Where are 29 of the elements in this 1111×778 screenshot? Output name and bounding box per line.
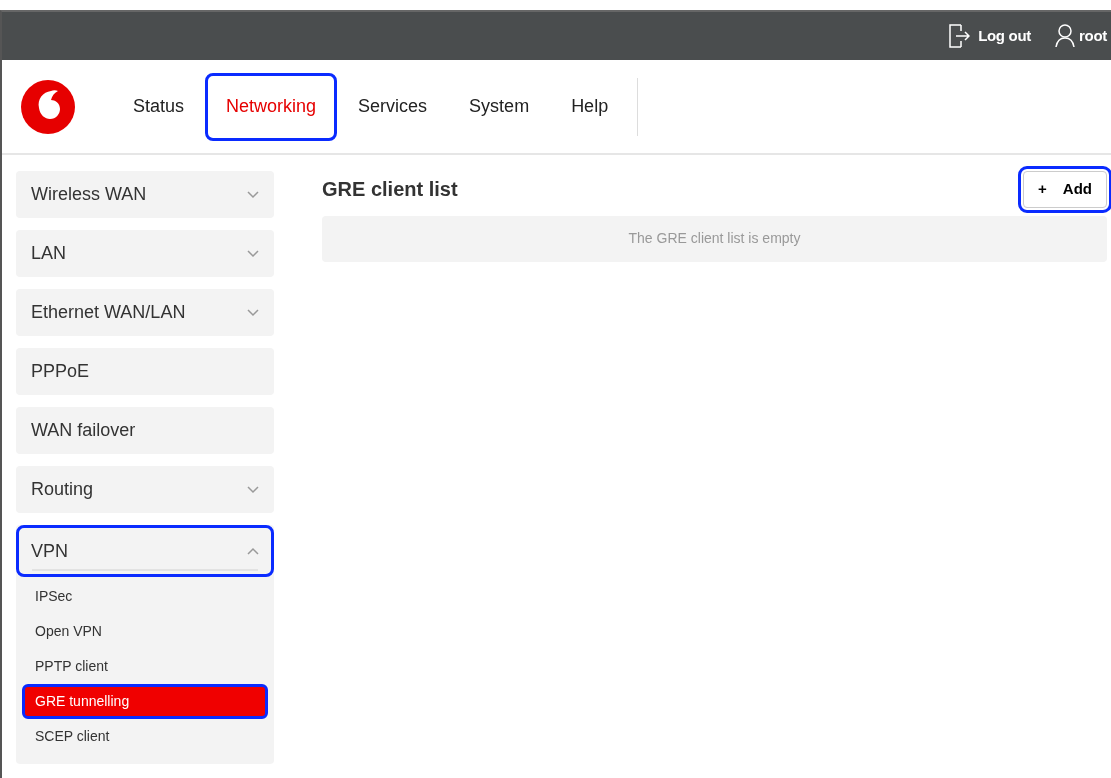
nav-tab[interactable]: Networking — [205, 72, 338, 141]
nav-tab[interactable]: System — [448, 72, 551, 141]
logo-icon — [20, 78, 76, 135]
nav-tab[interactable]: Services — [337, 72, 449, 141]
chevron-down-icon — [247, 190, 259, 199]
user-link[interactable]: root — [1055, 24, 1107, 48]
sidebar-item[interactable]: Wireless WAN — [16, 171, 274, 218]
sidebar-subitem[interactable]: Open VPN — [22, 614, 268, 649]
section-title: GRE client list — [322, 177, 458, 203]
chevron-down-icon — [247, 485, 259, 494]
nav-tab[interactable]: Help — [550, 72, 630, 141]
sidebar-item[interactable]: PPPoE — [16, 348, 274, 395]
sidebar-subitem[interactable]: PPTP client — [22, 649, 268, 684]
sidebar-subitem[interactable]: IPSec — [22, 579, 268, 614]
empty-message: The GRE client list is empty — [322, 215, 1107, 262]
sidebar-subitem[interactable]: SCEP client — [22, 719, 268, 754]
sidebar-item[interactable]: LAN — [16, 230, 274, 277]
nav-tab[interactable]: Status — [112, 72, 206, 141]
sidebar-item[interactable]: VPN — [16, 525, 274, 577]
logout-link[interactable]: Log out — [948, 24, 1032, 48]
chevron-down-icon — [247, 249, 259, 258]
user-icon — [1055, 24, 1076, 48]
chevron-up-icon — [247, 547, 259, 555]
chevron-down-icon — [247, 308, 259, 317]
sidebar-subitem[interactable]: GRE tunnelling — [22, 684, 268, 719]
sidebar-item[interactable]: WAN failover — [16, 407, 274, 454]
sidebar-item[interactable]: Routing — [16, 466, 274, 513]
sidebar-item[interactable]: Ethernet WAN/LAN — [16, 289, 274, 336]
logout-icon — [948, 24, 971, 48]
